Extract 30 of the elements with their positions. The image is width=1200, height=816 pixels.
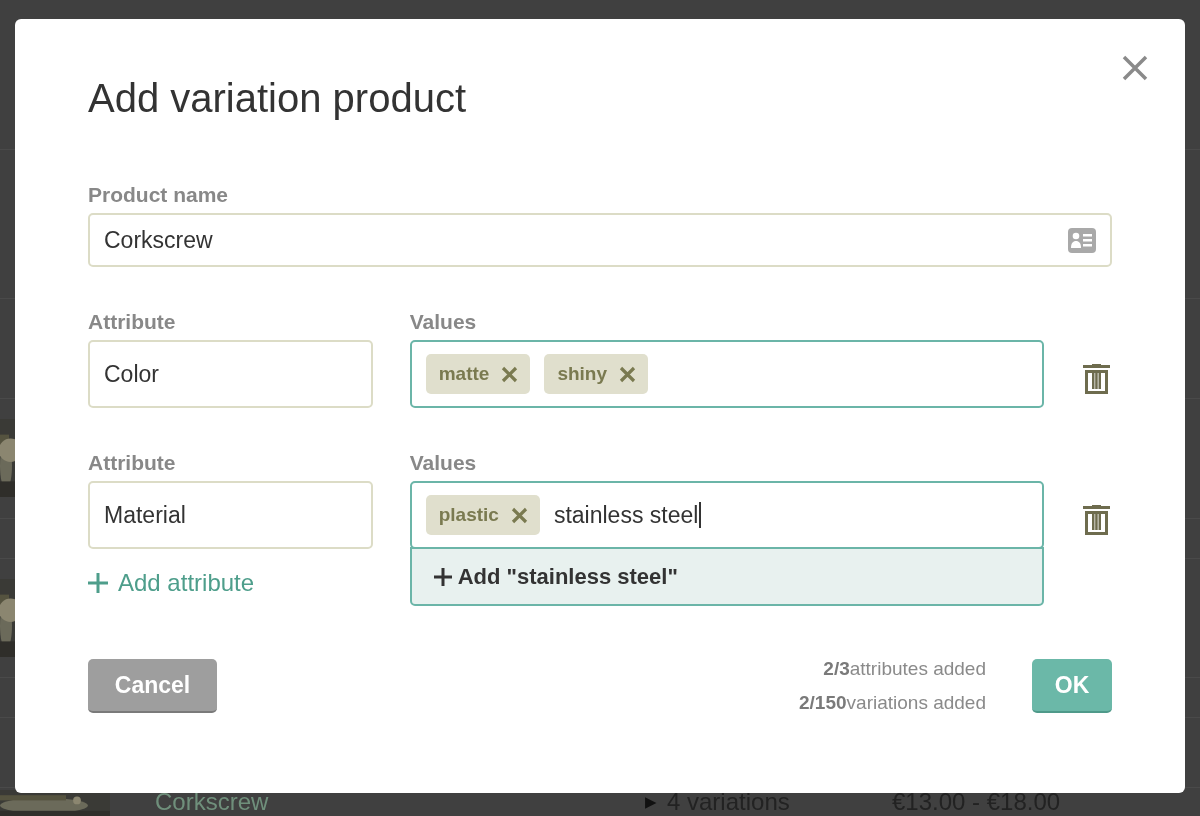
value-tag: matte <box>425 354 531 394</box>
suggestion-text: Add "stainless steel" <box>457 563 678 591</box>
plus-icon <box>88 573 108 593</box>
trash-icon[interactable] <box>1083 502 1110 535</box>
typed-text: stainless steel <box>553 502 702 528</box>
dialog-title: Add variation product <box>88 75 467 122</box>
remove-icon[interactable] <box>510 506 528 524</box>
field-label: Values <box>409 311 478 333</box>
remove-icon[interactable] <box>501 365 519 383</box>
trash-icon[interactable] <box>1083 361 1110 394</box>
tag-input-field[interactable]: plastic stainless steel <box>409 481 1045 549</box>
suggestion-option[interactable]: Add "stainless steel" <box>409 547 1045 606</box>
text-input[interactable]: Color <box>104 356 357 392</box>
text-input[interactable]: Corkscrew <box>104 222 1068 258</box>
field-label: Product name <box>88 184 230 206</box>
text-input[interactable]: Material <box>104 497 357 533</box>
input-field[interactable]: Corkscrew <box>88 213 1112 267</box>
input-field[interactable]: Color <box>88 340 373 408</box>
field-label: Values <box>409 452 478 474</box>
remove-icon[interactable] <box>619 365 637 383</box>
close-icon[interactable] <box>1122 55 1148 81</box>
value-tag: plastic <box>425 495 540 535</box>
field-label: Attribute <box>88 311 177 333</box>
input-field[interactable]: Material <box>88 481 373 549</box>
plus-icon <box>433 567 452 586</box>
field-label: Attribute <box>88 452 177 474</box>
contact-card-icon <box>1068 227 1096 253</box>
status-text: 2/3attributes added <box>822 657 986 681</box>
value-tag: shiny <box>544 354 649 394</box>
status-text: 2/150variations added <box>799 691 986 715</box>
